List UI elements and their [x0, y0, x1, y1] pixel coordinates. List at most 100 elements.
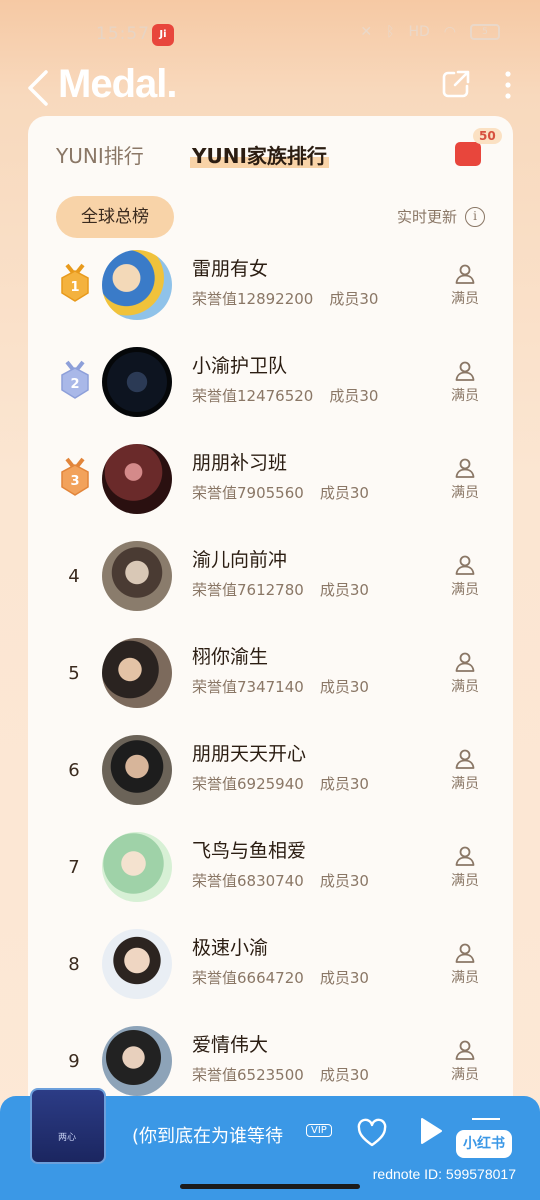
family-stats: 荣誉值6830740 成员30: [192, 870, 369, 891]
family-name: 朋朋天天开心: [192, 743, 307, 765]
tab-label: YUNI家族排行: [190, 144, 329, 168]
full-status: 满员: [445, 1038, 485, 1084]
family-avatar[interactable]: [102, 832, 172, 902]
filter-global-button[interactable]: 全球总榜: [56, 196, 174, 238]
rednote-id: rednote ID: 599578017: [372, 1166, 516, 1182]
svg-text:3: 3: [70, 474, 79, 489]
family-avatar[interactable]: [102, 541, 172, 611]
family-stats: 荣誉值7905560 成员30: [192, 482, 369, 503]
home-indicator[interactable]: [180, 1184, 360, 1189]
ranking-row[interactable]: 6 朋朋天天开心荣誉值6925940 成员30 满员: [28, 729, 513, 826]
person-icon: [455, 458, 475, 478]
wifi-icon: ◠: [443, 24, 456, 40]
honor-value: 荣誉值6830740: [192, 872, 304, 890]
full-label: 满员: [451, 776, 479, 792]
play-icon[interactable]: [418, 1116, 444, 1146]
family-name: 栩你渝生: [192, 646, 269, 668]
full-label: 满员: [451, 679, 479, 695]
heart-icon[interactable]: [356, 1118, 388, 1148]
gift-button[interactable]: 50: [455, 128, 502, 166]
realtime-label: 实时更新: [396, 208, 457, 226]
ranking-row[interactable]: 1 雷朋有女 荣誉值12892200 成员30 满员: [28, 244, 513, 341]
family-avatar[interactable]: [102, 250, 172, 320]
hd-icon: HD: [408, 24, 430, 40]
honor-value: 荣誉值12892200: [192, 290, 314, 308]
person-icon: [455, 1040, 475, 1060]
album-cover[interactable]: 两心: [30, 1088, 106, 1164]
family-stats: 荣誉值7347140 成员30: [192, 676, 369, 697]
person-icon: [455, 361, 475, 381]
ranking-list: 1 雷朋有女 荣誉值12892200 成员30 满员 2 小渝护卫队 荣誉值12476520 成…: [28, 244, 513, 1117]
tab-yuni-family-ranking[interactable]: YUNI家族排行: [190, 140, 329, 169]
family-name: 朋朋补习班: [192, 452, 288, 474]
family-avatar[interactable]: [102, 638, 172, 708]
person-icon: [455, 555, 475, 575]
header: Medal.: [0, 60, 540, 116]
full-label: 满员: [451, 485, 479, 501]
person-icon: [455, 652, 475, 672]
family-avatar[interactable]: [102, 444, 172, 514]
ranking-row[interactable]: 7 飞鸟与鱼相爱 荣誉值6830740 成员30 满员: [28, 826, 513, 923]
member-count: 成员30: [319, 581, 369, 599]
share-icon[interactable]: [440, 68, 472, 100]
member-count: 成员30: [329, 290, 379, 308]
svg-text:2: 2: [70, 377, 79, 392]
tab-yuni-ranking[interactable]: YUNI排行: [56, 140, 144, 169]
honor-value: 荣誉值6664720: [192, 969, 304, 987]
family-stats: 荣誉值7612780 成员30: [192, 579, 369, 600]
family-name: 极速小渝: [192, 937, 269, 959]
family-avatar[interactable]: [102, 735, 172, 805]
realtime-update[interactable]: 实时更新 i: [397, 206, 485, 227]
brand-logo: 小红书: [456, 1130, 512, 1158]
member-count: 成员30: [319, 1066, 369, 1084]
honor-value: 荣誉值7905560: [192, 484, 304, 502]
bluetooth-icon: ᛒ: [386, 24, 395, 40]
svg-text:1: 1: [70, 280, 79, 295]
honor-value: 荣誉值7347140: [192, 678, 304, 696]
family-avatar[interactable]: [102, 347, 172, 417]
ranking-row[interactable]: 2 小渝护卫队荣誉值12476520 成员30 满员: [28, 341, 513, 438]
full-label: 满员: [451, 291, 479, 307]
rank-medal-icon: 3: [61, 457, 89, 496]
member-count: 成员30: [319, 484, 369, 502]
honor-value: 荣誉值7612780: [192, 581, 304, 599]
full-label: 满员: [451, 388, 479, 404]
back-icon[interactable]: [24, 68, 52, 108]
family-stats: 荣誉值6523500 成员30: [192, 1064, 369, 1085]
person-icon: [455, 943, 475, 963]
full-status: 满员: [445, 553, 485, 599]
ranking-row[interactable]: 3 朋朋补习班荣誉值7905560 成员30 满员: [28, 438, 513, 535]
rank-number: 6: [68, 760, 80, 781]
ranking-row[interactable]: 8 极速小渝 荣誉值6664720 成员30 满员: [28, 923, 513, 1020]
full-status: 满员: [445, 456, 485, 502]
family-avatar[interactable]: [102, 1026, 172, 1096]
tab-label: YUNI排行: [56, 144, 144, 168]
family-name: 小渝护卫队: [192, 355, 288, 377]
status-bar: 15:57 Ji ✕ ᛒ HD ◠ 5: [0, 0, 540, 64]
family-avatar[interactable]: [102, 929, 172, 999]
full-label: 满员: [451, 582, 479, 598]
member-count: 成员30: [319, 678, 369, 696]
full-status: 满员: [445, 844, 485, 890]
honor-value: 荣誉值6925940: [192, 775, 304, 793]
person-icon: [455, 749, 475, 769]
song-title[interactable]: (你到底在为谁等待: [132, 1122, 283, 1148]
gift-badge: 50: [473, 128, 502, 144]
full-status: 满员: [445, 262, 485, 308]
status-icons: ✕ ᛒ HD ◠ 5: [360, 24, 500, 40]
family-name: 爱情伟大: [192, 1034, 269, 1056]
family-stats: 荣誉值12476520 成员30: [192, 385, 378, 406]
gift-icon: [455, 142, 481, 166]
rank-number: 5: [68, 663, 80, 684]
playlist-icon[interactable]: [472, 1118, 500, 1124]
family-stats: 荣誉值6925940 成员30: [192, 773, 369, 794]
member-count: 成员30: [319, 775, 369, 793]
ranking-row[interactable]: 4 渝儿向前冲 荣誉值7612780 成员30 满员: [28, 535, 513, 632]
full-status: 满员: [445, 941, 485, 987]
more-icon[interactable]: [504, 70, 512, 100]
honor-value: 荣誉值12476520: [192, 387, 314, 405]
family-name: 飞鸟与鱼相爱: [192, 840, 307, 862]
info-icon[interactable]: i: [465, 206, 485, 227]
music-player[interactable]: 两心 (你到底在为谁等待 VIP 小红书 rednote ID: 5995780…: [0, 1088, 540, 1200]
ranking-row[interactable]: 5 栩你渝生荣誉值7347140 成员30 满员: [28, 632, 513, 729]
